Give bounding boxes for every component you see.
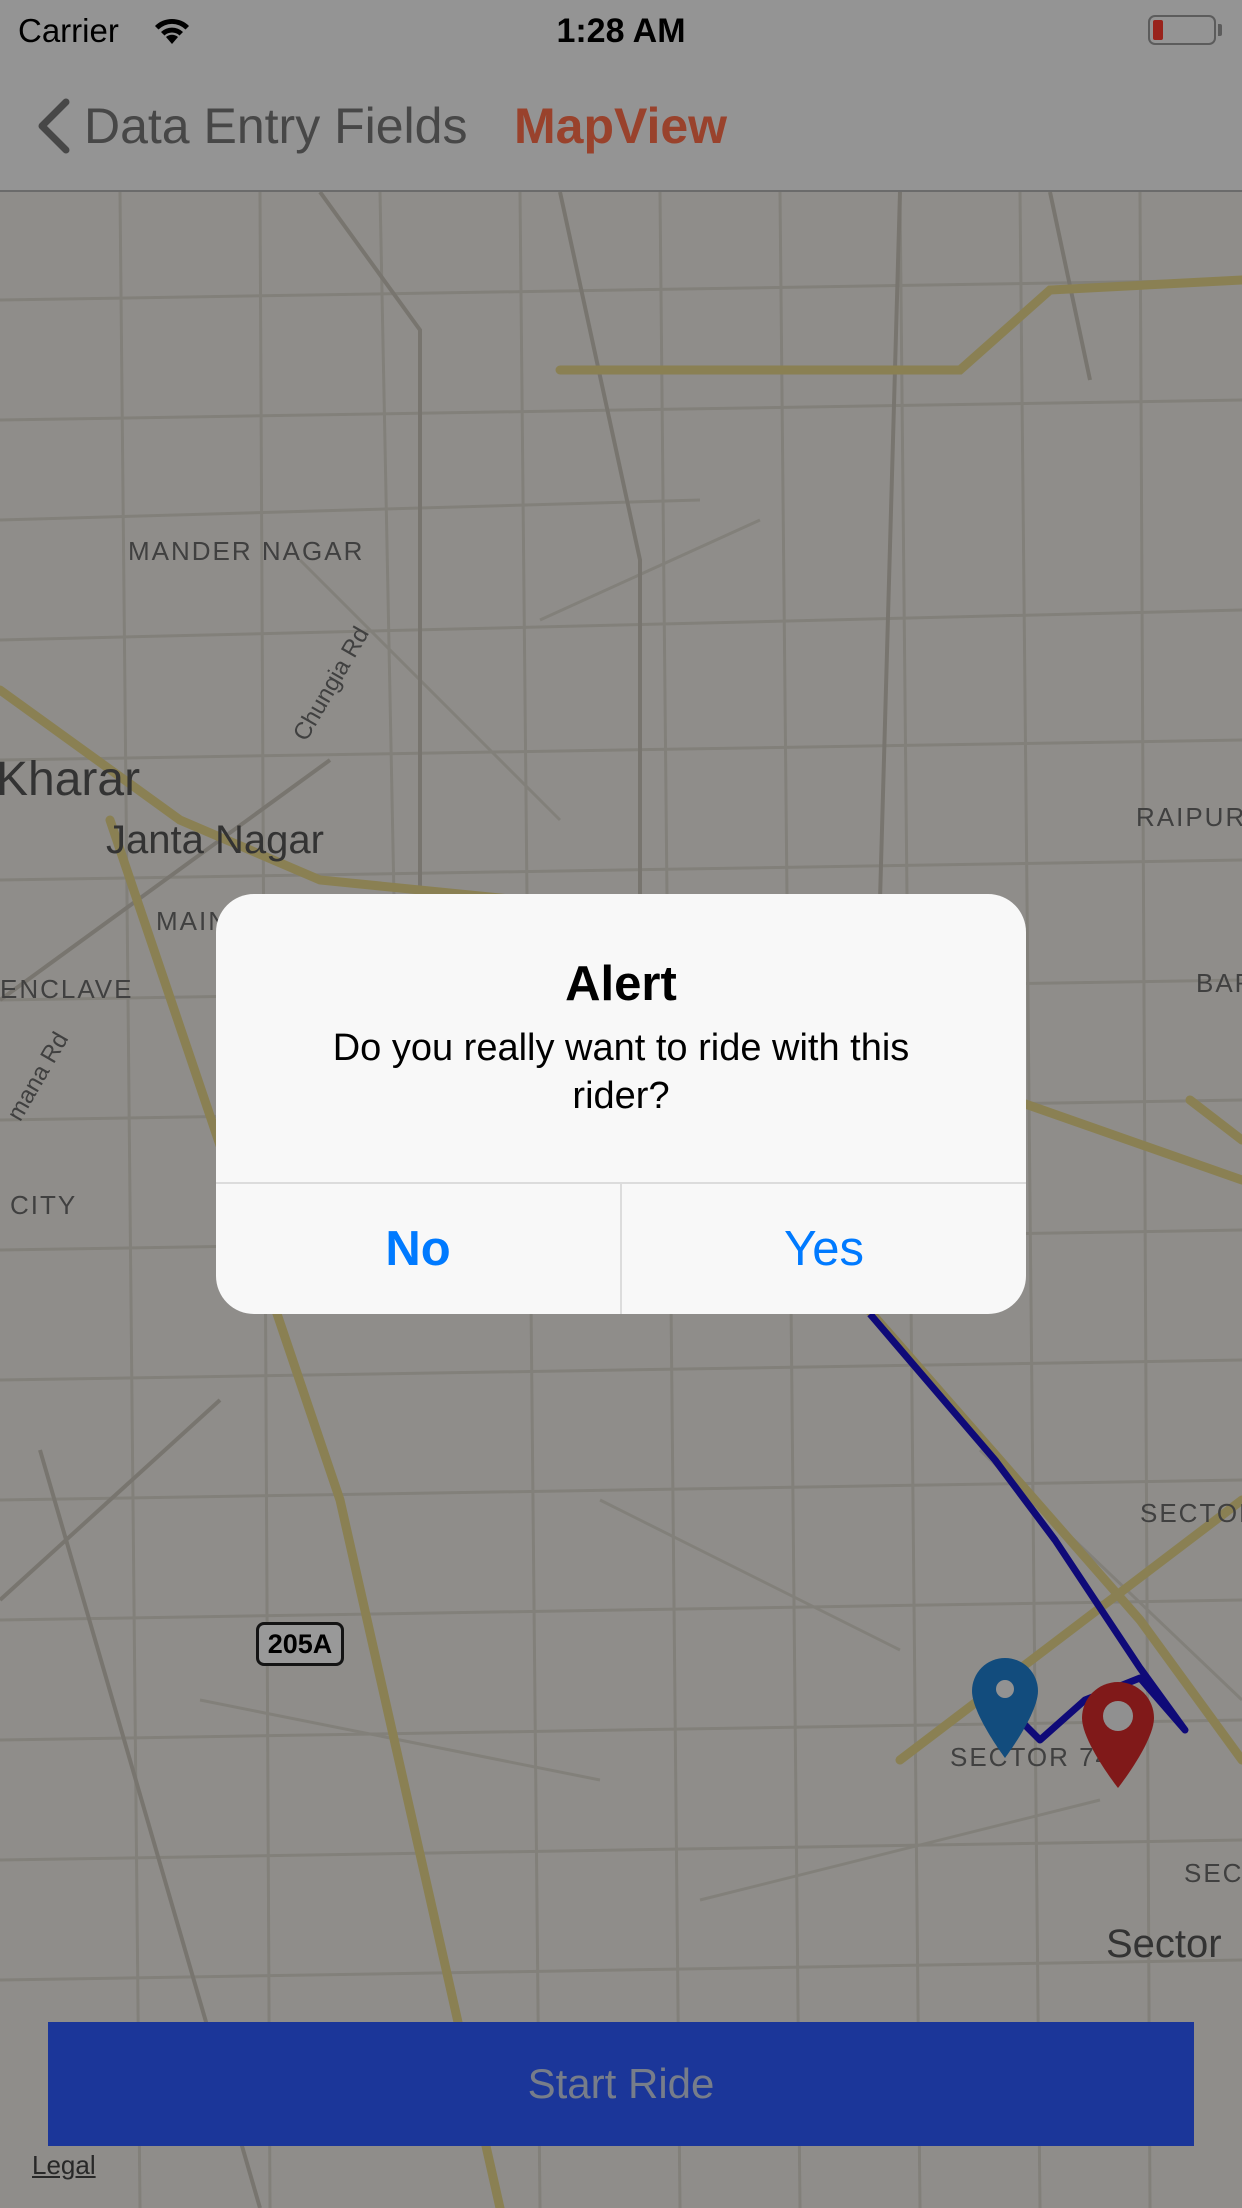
alert-title: Alert <box>565 957 677 1011</box>
alert-dialog: Alert Do you really want to ride with th… <box>216 894 1026 1314</box>
alert-message: Do you really want to ride with this rid… <box>332 1027 910 1117</box>
no-button[interactable]: No <box>216 1184 620 1314</box>
yes-button[interactable]: Yes <box>622 1184 1026 1314</box>
